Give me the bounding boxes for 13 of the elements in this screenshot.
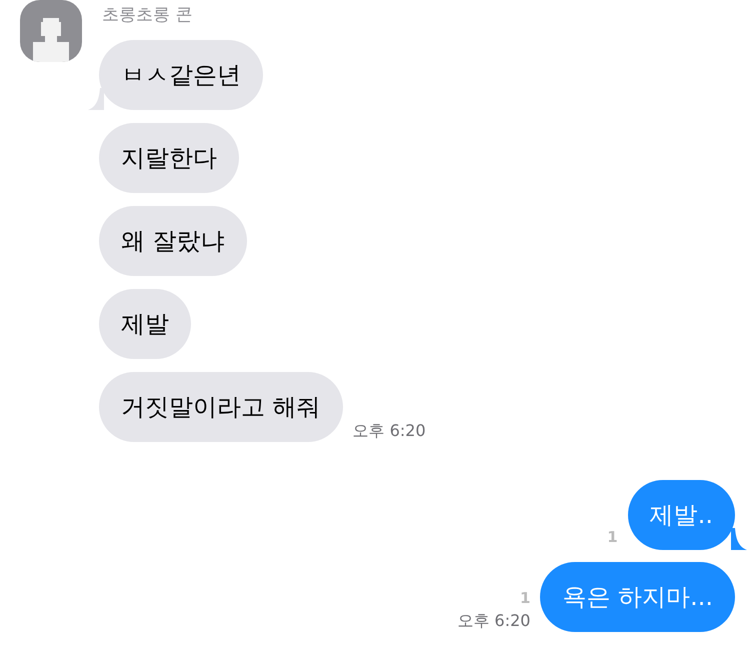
timestamp: 오후 6:20 <box>352 421 426 442</box>
unread-count: 1 <box>607 528 618 546</box>
timestamp: 오후 6:20 <box>457 611 530 632</box>
message-bubble: 욕은 하지마... <box>540 562 735 632</box>
sender-name: 초롱초롱 콘 <box>102 4 194 27</box>
message-bubble: 왜 잘랐냐 <box>99 206 247 276</box>
unread-count: 1 <box>520 589 530 607</box>
avatar[interactable] <box>20 0 82 62</box>
message-bubble: 거짓말이라고 해줘 <box>99 372 343 442</box>
message-bubble: ㅂㅅ같은년 <box>99 40 263 110</box>
message-bubble: 지랄한다 <box>99 123 239 193</box>
message-bubble: 제발 <box>99 289 191 359</box>
message-bubble: 제발.. <box>628 480 735 550</box>
